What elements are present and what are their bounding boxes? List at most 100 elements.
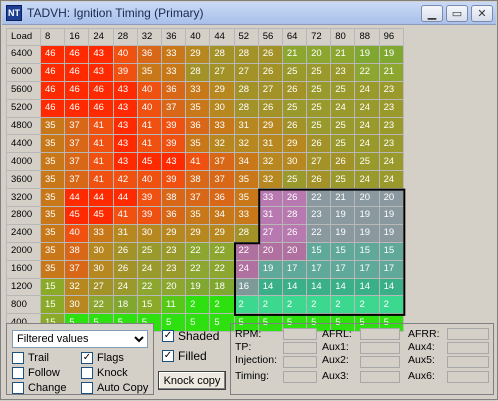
close-button[interactable]: ✕: [471, 5, 493, 22]
timing-cell[interactable]: 46: [39, 98, 66, 118]
minimize-button[interactable]: ▁: [421, 5, 443, 22]
timing-cell[interactable]: 21: [378, 62, 404, 82]
timing-cell[interactable]: 19: [185, 277, 211, 297]
timing-cell[interactable]: 28: [281, 206, 308, 225]
timing-cell[interactable]: 28: [233, 98, 259, 118]
timing-cell[interactable]: 38: [160, 188, 187, 208]
timing-cell[interactable]: 22: [185, 241, 211, 261]
timing-cell[interactable]: 41: [185, 152, 211, 172]
timing-cell[interactable]: 40: [112, 45, 138, 64]
timing-cell[interactable]: 14: [257, 277, 283, 297]
timing-cell[interactable]: 46: [64, 80, 90, 100]
timing-cell[interactable]: 21: [281, 45, 308, 64]
timing-cell[interactable]: 28: [233, 80, 259, 100]
timing-table[interactable]: Load 8 16 24 28 32 36 40 44 52 56 64 72 80 88 96 6400 46…: [6, 28, 404, 333]
timing-cell[interactable]: 33: [160, 62, 187, 82]
timing-cell[interactable]: 23: [306, 206, 332, 225]
timing-cell[interactable]: 22: [185, 259, 211, 279]
timing-cell[interactable]: 15: [39, 277, 66, 297]
timing-cell[interactable]: 43: [112, 98, 138, 118]
timing-cell[interactable]: 20: [354, 188, 380, 208]
timing-cell[interactable]: 35: [185, 206, 211, 225]
timing-cell[interactable]: 24: [330, 98, 356, 118]
trail-checkbox[interactable]: Trail: [12, 352, 49, 364]
flags-checkbox[interactable]: ✓ Flags: [81, 352, 124, 364]
timing-cell[interactable]: 30: [136, 223, 162, 243]
follow-checkbox[interactable]: Follow: [12, 367, 60, 379]
timing-cell[interactable]: 44: [88, 188, 114, 208]
timing-cell[interactable]: 46: [88, 80, 114, 100]
timing-cell[interactable]: 45: [88, 206, 114, 225]
timing-cell[interactable]: 35: [39, 259, 66, 279]
timing-cell[interactable]: 23: [378, 80, 404, 100]
shaded-checkbox[interactable]: ✓ Shaded: [162, 329, 219, 343]
timing-cell[interactable]: 19: [330, 223, 356, 243]
timing-cell[interactable]: 15: [136, 295, 162, 315]
timing-cell[interactable]: 20: [306, 45, 332, 64]
filter-select[interactable]: Filtered values: [12, 330, 148, 348]
timing-cell[interactable]: 21: [330, 45, 356, 64]
timing-cell[interactable]: 20: [160, 277, 187, 297]
auto-copy-checkbox[interactable]: Auto Copy: [81, 382, 148, 394]
timing-cell[interactable]: 31: [257, 206, 283, 225]
timing-cell[interactable]: 40: [136, 98, 162, 118]
timing-cell[interactable]: 26: [281, 80, 308, 100]
timing-cell[interactable]: 28: [209, 45, 235, 64]
timing-cell[interactable]: 29: [281, 134, 308, 154]
timing-cell[interactable]: 31: [233, 116, 259, 136]
timing-cell[interactable]: 24: [378, 152, 404, 172]
timing-cell[interactable]: 43: [112, 116, 138, 136]
timing-cell[interactable]: 46: [64, 62, 90, 82]
timing-cell[interactable]: 22: [233, 241, 259, 261]
timing-cell[interactable]: 14: [354, 277, 380, 297]
timing-cell[interactable]: 35: [233, 170, 259, 190]
timing-cell[interactable]: 43: [88, 62, 114, 82]
knock-copy-button[interactable]: Knock copy: [158, 371, 226, 390]
timing-cell[interactable]: 29: [257, 116, 283, 136]
timing-cell[interactable]: 25: [330, 134, 356, 154]
timing-cell[interactable]: 33: [88, 223, 114, 243]
timing-cell[interactable]: 36: [185, 116, 211, 136]
timing-cell[interactable]: 24: [354, 116, 380, 136]
timing-cell[interactable]: 24: [354, 170, 380, 190]
timing-cell[interactable]: 35: [39, 223, 66, 243]
timing-cell[interactable]: 22: [209, 259, 235, 279]
timing-cell[interactable]: 37: [185, 188, 211, 208]
maximize-button[interactable]: ▭: [446, 5, 468, 22]
timing-cell[interactable]: 44: [64, 188, 90, 208]
timing-cell[interactable]: 2: [354, 295, 380, 315]
timing-cell[interactable]: 22: [306, 188, 332, 208]
timing-cell[interactable]: 33: [257, 188, 283, 208]
timing-cell[interactable]: 26: [112, 241, 138, 261]
timing-cell[interactable]: 26: [257, 98, 283, 118]
timing-cell[interactable]: 37: [160, 98, 187, 118]
timing-cell[interactable]: 22: [88, 295, 114, 315]
timing-cell[interactable]: 17: [281, 259, 308, 279]
timing-cell[interactable]: 42: [112, 170, 138, 190]
timing-cell[interactable]: 11: [160, 295, 187, 315]
timing-cell[interactable]: 2: [257, 295, 283, 315]
timing-cell[interactable]: 23: [378, 116, 404, 136]
timing-cell[interactable]: 19: [378, 223, 404, 243]
timing-cell[interactable]: 37: [64, 259, 90, 279]
timing-cell[interactable]: 29: [209, 223, 235, 243]
timing-cell[interactable]: 41: [88, 116, 114, 136]
timing-cell[interactable]: 41: [88, 152, 114, 172]
timing-cell[interactable]: 36: [160, 206, 187, 225]
timing-cell[interactable]: 46: [39, 80, 66, 100]
timing-cell[interactable]: 23: [378, 134, 404, 154]
timing-cell[interactable]: 20: [378, 188, 404, 208]
timing-cell[interactable]: 17: [330, 259, 356, 279]
timing-cell[interactable]: 46: [64, 98, 90, 118]
timing-cell[interactable]: 34: [233, 152, 259, 172]
timing-cell[interactable]: 33: [185, 80, 211, 100]
timing-cell[interactable]: 35: [185, 98, 211, 118]
timing-cell[interactable]: 27: [209, 62, 235, 82]
timing-cell[interactable]: 33: [209, 116, 235, 136]
timing-cell[interactable]: 37: [209, 170, 235, 190]
timing-cell[interactable]: 39: [160, 116, 187, 136]
timing-cell[interactable]: 19: [378, 45, 404, 64]
timing-cell[interactable]: 29: [185, 45, 211, 64]
timing-cell[interactable]: 25: [354, 152, 380, 172]
timing-cell[interactable]: 25: [281, 98, 308, 118]
